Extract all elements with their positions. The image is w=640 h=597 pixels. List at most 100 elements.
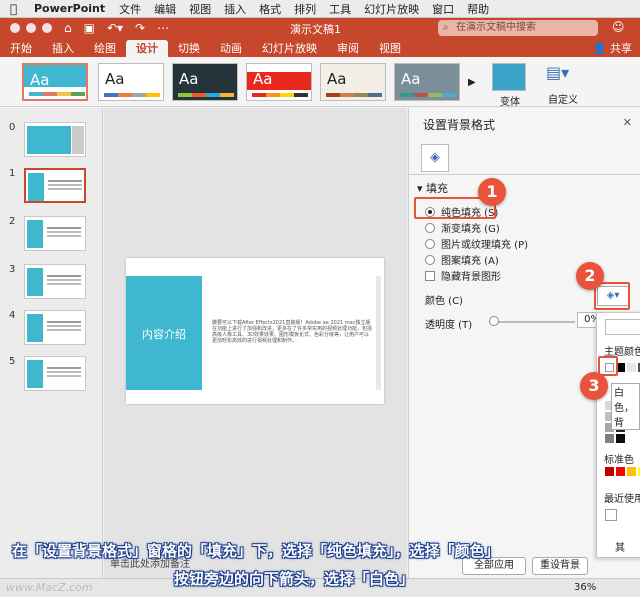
menu-tools[interactable]: 工具 xyxy=(329,1,351,17)
window-titlebar: ⌂ ▣ ↶▾ ↷ ⋯ 演示文稿1 ⌕ 在演示文稿中搜索 ☺ xyxy=(0,18,640,38)
transparency-slider[interactable] xyxy=(491,321,575,323)
gradient-fill-label: 渐变填充 (G) xyxy=(441,224,500,235)
tab-animations[interactable]: 动画 xyxy=(210,40,252,57)
callout-badge-2: 2 xyxy=(576,262,604,290)
divider xyxy=(409,174,640,175)
theme-6[interactable]: Aa xyxy=(394,63,460,101)
search-placeholder: 在演示文稿中搜索 xyxy=(456,22,536,33)
fill-bucket-icon[interactable]: ◈ xyxy=(421,144,449,172)
hide-background-checkbox[interactable]: 隐藏背景图形 xyxy=(425,268,501,283)
slide-thumb-1[interactable] xyxy=(24,168,86,203)
menu-format[interactable]: 格式 xyxy=(259,1,281,17)
minimize-window-button[interactable] xyxy=(26,23,36,33)
radio-dot xyxy=(425,254,435,265)
more-icon[interactable]: ⋯ xyxy=(157,21,169,35)
more-themes-icon[interactable]: ▶ xyxy=(468,77,476,88)
close-pane-icon[interactable]: ✕ xyxy=(623,116,632,129)
swatch-red[interactable] xyxy=(616,467,625,476)
zoom-level[interactable]: 36% xyxy=(574,582,596,593)
tab-transitions[interactable]: 切换 xyxy=(168,40,210,57)
menu-insert[interactable]: 插入 xyxy=(224,1,246,17)
callout-badge-3: 3 xyxy=(580,372,608,400)
variants-button[interactable] xyxy=(492,63,526,91)
tab-view[interactable]: 视图 xyxy=(369,40,411,57)
transparency-label: 透明度 (T) xyxy=(425,320,473,331)
share-button[interactable]: 👤 共享 xyxy=(593,40,632,56)
picture-fill-label: 图片或纹理填充 (P) xyxy=(441,240,529,251)
menu-help[interactable]: 帮助 xyxy=(467,1,489,17)
slide-number: 4 xyxy=(9,310,16,321)
slide-thumb-5[interactable] xyxy=(24,356,86,391)
tab-home[interactable]: 开始 xyxy=(0,40,42,57)
slide-number: 0 xyxy=(9,122,16,133)
theme-office[interactable]: Aa xyxy=(22,63,88,101)
slide-thumb-3[interactable] xyxy=(24,264,86,299)
hide-background-label: 隐藏背景图形 xyxy=(441,272,501,283)
tab-insert[interactable]: 插入 xyxy=(42,40,84,57)
picture-fill-radio[interactable]: 图片或纹理填充 (P) xyxy=(425,236,528,251)
slide-number: 1 xyxy=(9,168,16,179)
document-title: 演示文稿1 xyxy=(290,23,341,36)
menu-slideshow[interactable]: 幻灯片放映 xyxy=(364,1,419,17)
menu-file[interactable]: 文件 xyxy=(119,1,141,17)
share-label: 共享 xyxy=(610,42,632,55)
zoom-window-button[interactable] xyxy=(42,23,52,33)
transparency-slider-handle[interactable] xyxy=(489,316,499,326)
menu-edit[interactable]: 编辑 xyxy=(154,1,176,17)
slide-thumb-4[interactable] xyxy=(24,310,86,345)
swatch-gray[interactable] xyxy=(627,363,636,372)
slide-canvas[interactable]: 内容介绍 撒要可以下载After Effects2021直装版！Adobe ae… xyxy=(104,108,407,578)
swatch-dark-red[interactable] xyxy=(605,467,614,476)
slide-body-text[interactable]: 撒要可以下载After Effects2021直装版！Adobe ae 2021… xyxy=(212,320,372,344)
menu-window[interactable]: 窗口 xyxy=(432,1,454,17)
tooltip: 白色，背 xyxy=(611,383,640,430)
callout-badge-1: 1 xyxy=(478,178,506,206)
swatch-tint[interactable] xyxy=(605,434,614,443)
gradient-fill-radio[interactable]: 渐变填充 (G) xyxy=(425,220,500,235)
pattern-fill-radio[interactable]: 图案填充 (A) xyxy=(425,252,499,267)
more-colors-label[interactable]: 其 xyxy=(615,539,625,554)
slide-thumb-0[interactable] xyxy=(24,122,86,157)
swatch-orange[interactable] xyxy=(627,467,636,476)
theme-4[interactable]: Aa xyxy=(246,63,312,101)
theme-3[interactable]: Aa xyxy=(172,63,238,101)
theme-5[interactable]: Aa xyxy=(320,63,386,101)
variants-label: 变体 xyxy=(500,97,520,108)
undo-icon[interactable]: ↶▾ xyxy=(107,21,123,35)
swatch-recent[interactable] xyxy=(605,509,617,521)
tab-review[interactable]: 审阅 xyxy=(327,40,369,57)
tab-draw[interactable]: 绘图 xyxy=(84,40,126,57)
checkbox-box xyxy=(425,270,435,281)
home-icon[interactable]: ⌂ xyxy=(64,21,72,35)
feedback-icon[interactable]: ☺ xyxy=(612,20,625,34)
main-slide[interactable]: 内容介绍 撒要可以下载After Effects2021直装版！Adobe ae… xyxy=(126,258,384,404)
caption-line-1: 在「设置背景格式」窗格的「填充」下，选择「纯色填充」，选择「颜色」 xyxy=(12,542,500,560)
reset-background-button[interactable]: 重设背景 xyxy=(532,557,588,575)
search-input[interactable]: ⌕ 在演示文稿中搜索 xyxy=(438,20,598,36)
ribbon-tabs: 开始 插入 绘图 设计 切换 动画 幻灯片放映 审阅 视图 👤 共享 xyxy=(0,38,640,57)
watermark: www.MacZ.com xyxy=(6,581,93,594)
slide-thumb-2[interactable] xyxy=(24,216,86,251)
fill-section-header[interactable]: ▾ 填充 xyxy=(417,180,448,196)
tab-design[interactable]: 设计 xyxy=(126,40,168,57)
caption-line-2: 按钮旁边的向下箭头，选择「白色」 xyxy=(174,570,415,588)
redo-icon[interactable]: ↷ xyxy=(135,21,145,35)
tab-slideshow[interactable]: 幻灯片放映 xyxy=(252,40,327,57)
slide-side-bar xyxy=(376,276,381,390)
menu-view[interactable]: 视图 xyxy=(189,1,211,17)
color-search-input[interactable] xyxy=(605,319,640,335)
color-label: 颜色 (C) xyxy=(425,296,463,307)
menu-arrange[interactable]: 排列 xyxy=(294,1,316,17)
pane-title: 设置背景格式 xyxy=(423,118,496,132)
close-window-button[interactable] xyxy=(10,23,20,33)
save-icon[interactable]: ▣ xyxy=(84,21,95,35)
customize-icon[interactable]: ▤▾ xyxy=(546,63,569,82)
theme-2[interactable]: Aa xyxy=(98,63,164,101)
app-menu[interactable]: PowerPoint xyxy=(34,2,105,15)
slide-thumbnails: 0 1 2 3 4 5 xyxy=(0,108,103,578)
radio-dot xyxy=(425,238,435,249)
recent-colors-label: 最近使用 xyxy=(604,494,640,505)
swatch-tint[interactable] xyxy=(616,434,625,443)
slide-title[interactable]: 内容介绍 xyxy=(126,326,202,342)
apple-icon[interactable]:  xyxy=(10,2,24,16)
